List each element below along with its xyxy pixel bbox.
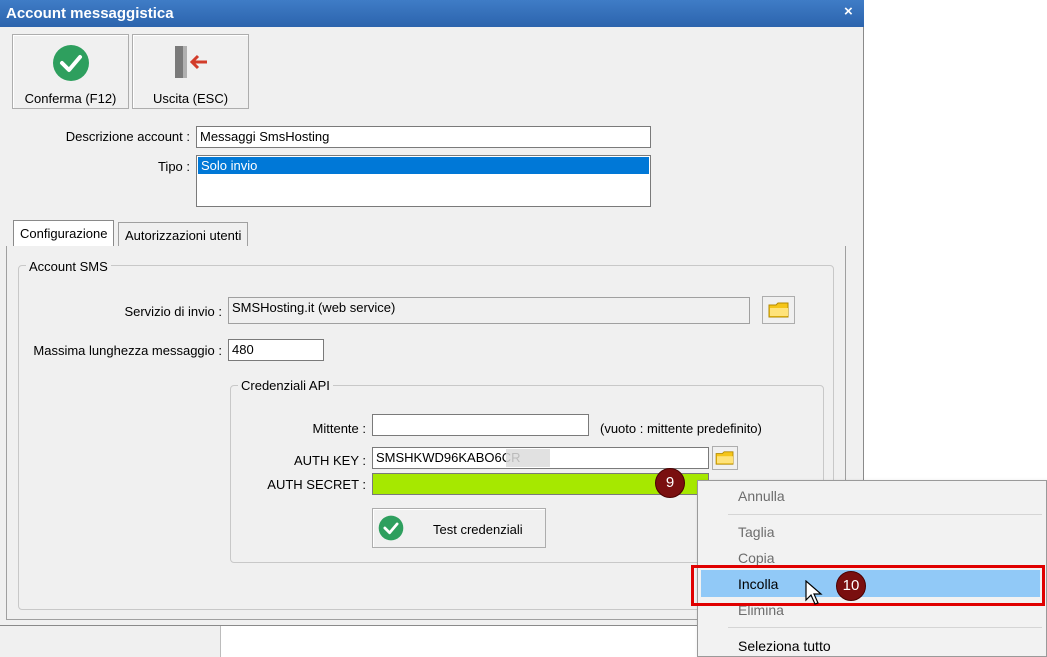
folder-icon xyxy=(715,451,734,465)
max-length-label: Massima lunghezza messaggio : xyxy=(33,343,222,358)
check-circle-icon xyxy=(53,45,89,81)
auth-key-label: AUTH KEY : xyxy=(293,453,366,468)
description-label: Descrizione account : xyxy=(65,129,190,144)
close-icon[interactable]: × xyxy=(844,3,853,20)
callout-rectangle xyxy=(691,565,1045,606)
sender-hint: (vuoto : mittente predefinito) xyxy=(600,421,762,436)
service-browse-button[interactable] xyxy=(762,296,795,324)
exit-door-icon xyxy=(175,46,207,78)
sms-account-group-title: Account SMS xyxy=(26,259,111,274)
menu-item-annulla[interactable]: Annulla xyxy=(738,488,785,504)
auth-secret-label: AUTH SECRET : xyxy=(267,477,366,492)
title-bar[interactable]: Account messaggistica × xyxy=(0,0,864,27)
desktop-bottom-strip xyxy=(0,626,221,657)
check-circle-icon xyxy=(378,515,404,541)
sender-label: Mittente : xyxy=(312,421,366,436)
confirm-button-label: Conferma (F12) xyxy=(24,91,117,106)
window-title: Account messaggistica xyxy=(6,5,174,22)
menu-item-copia[interactable]: Copia xyxy=(738,550,775,566)
test-credentials-button[interactable]: Test credenziali xyxy=(372,508,546,548)
type-option-solo-invio[interactable]: Solo invio xyxy=(198,157,649,174)
sender-input[interactable] xyxy=(372,414,589,436)
mouse-cursor-icon xyxy=(805,580,823,605)
max-length-input[interactable]: 480 xyxy=(228,339,324,361)
menu-item-taglia[interactable]: Taglia xyxy=(738,524,775,540)
step-badge-10: 10 xyxy=(836,571,866,601)
service-field: SMSHosting.it (web service) xyxy=(228,297,750,324)
type-listbox[interactable]: Solo invio xyxy=(196,155,651,207)
confirm-button[interactable]: Conferma (F12) xyxy=(12,34,129,109)
api-credentials-group-title: Credenziali API xyxy=(238,378,333,393)
auth-key-browse-button[interactable] xyxy=(712,446,738,470)
tab-configurazione[interactable]: Configurazione xyxy=(13,220,115,248)
type-label: Tipo : xyxy=(157,159,190,174)
menu-separator xyxy=(728,514,1042,515)
description-input[interactable]: Messaggi SmsHosting xyxy=(196,126,651,148)
test-credentials-label: Test credenziali xyxy=(433,522,523,537)
step-badge-9: 9 xyxy=(655,468,685,498)
service-label: Servizio di invio : xyxy=(124,304,222,319)
folder-icon xyxy=(768,302,789,318)
tab-autorizzazioni-utenti[interactable]: Autorizzazioni utenti xyxy=(118,222,249,246)
exit-button[interactable]: Uscita (ESC) xyxy=(132,34,249,109)
menu-item-seleziona-tutto[interactable]: Seleziona tutto xyxy=(738,638,831,654)
exit-button-label: Uscita (ESC) xyxy=(152,91,229,106)
menu-separator xyxy=(728,627,1042,628)
auth-key-blur xyxy=(506,449,550,467)
